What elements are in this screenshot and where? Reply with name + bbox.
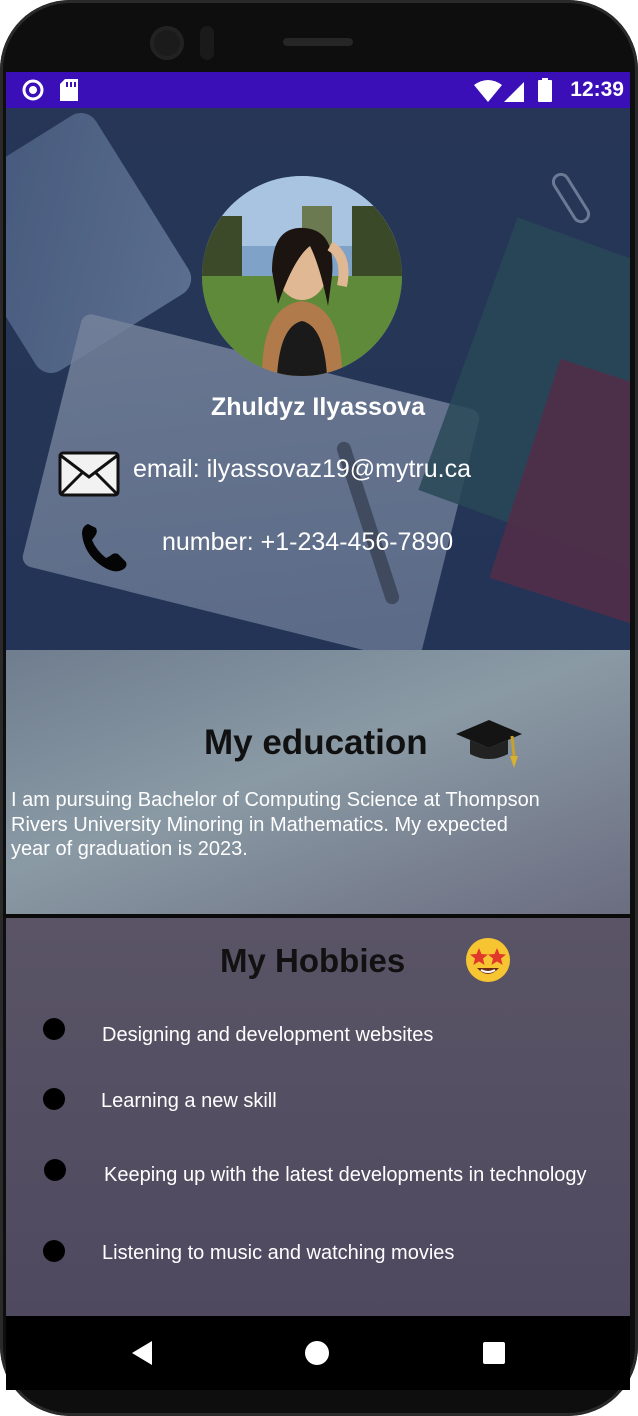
front-camera — [150, 26, 184, 60]
navigation-bar — [6, 1316, 630, 1390]
hobby-item: Listening to music and watching movies — [6, 1236, 630, 1276]
hobby-text: Learning a new skill — [101, 1090, 277, 1112]
education-line: year of graduation is 2023. — [11, 838, 248, 860]
home-icon[interactable] — [304, 1340, 330, 1371]
cellular-signal-icon — [504, 82, 524, 107]
sync-icon — [22, 79, 44, 106]
status-time: 12:39 — [570, 78, 624, 101]
hobby-item: Learning a new skill — [6, 1084, 630, 1124]
app-screen: 12:39 Zhuldyz Ilyassova email: ilyassova… — [6, 72, 630, 1390]
bullet-icon — [44, 1159, 66, 1181]
earpiece-speaker — [283, 38, 353, 46]
education-description: I am pursuing Bachelor of Computing Scie… — [11, 788, 591, 862]
status-bar: 12:39 — [6, 72, 630, 108]
bullet-icon — [43, 1088, 65, 1110]
hobby-text: Keeping up with the latest developments … — [104, 1164, 587, 1186]
sd-card-icon — [60, 79, 78, 106]
education-line: Rivers University Minoring in Mathematic… — [11, 813, 508, 836]
recents-icon[interactable] — [482, 1341, 506, 1370]
profile-photo — [202, 176, 402, 376]
hobby-text: Designing and development websites — [102, 1024, 434, 1046]
wifi-icon — [474, 80, 502, 107]
education-line: I am pursuing Bachelor of Computing Scie… — [11, 789, 540, 811]
hobbies-section: My Hobbies Designing and development web… — [6, 918, 630, 1316]
profile-name: Zhuldyz Ilyassova — [211, 393, 425, 421]
hobbies-title: My Hobbies — [220, 942, 406, 979]
education-section: My education I am pursuing Bachelor of C… — [6, 650, 630, 914]
phone-frame: 12:39 Zhuldyz Ilyassova email: ilyassova… — [0, 0, 638, 1416]
back-icon[interactable] — [130, 1340, 154, 1371]
star-struck-emoji-icon — [464, 936, 512, 989]
battery-icon — [538, 78, 552, 107]
bullet-icon — [43, 1018, 65, 1040]
proximity-sensor — [200, 26, 214, 60]
phone-icon — [78, 520, 130, 579]
hobby-item: Designing and development websites — [6, 1014, 630, 1054]
hobby-text: Listening to music and watching movies — [102, 1242, 455, 1264]
education-title: My education — [204, 723, 428, 762]
hobby-item: Keeping up with the latest developments … — [6, 1156, 630, 1196]
envelope-icon — [58, 451, 120, 502]
profile-header: Zhuldyz Ilyassova email: ilyassovaz19@my… — [6, 108, 630, 650]
bullet-icon — [43, 1240, 65, 1262]
email-text[interactable]: email: ilyassovaz19@mytru.ca — [133, 455, 471, 484]
phone-number-text[interactable]: number: +1-234-456-7890 — [162, 528, 453, 557]
graduation-cap-icon — [454, 716, 524, 775]
